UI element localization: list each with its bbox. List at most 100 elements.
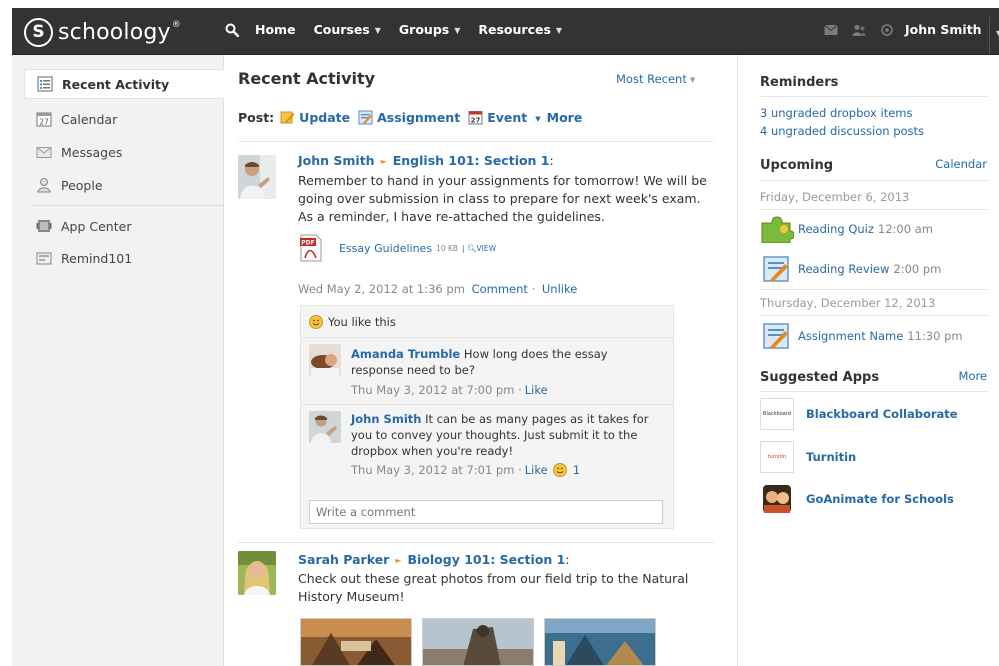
sidebar-item-label: Messages (61, 144, 123, 160)
goanimate-logo (760, 483, 794, 515)
nav-groups[interactable]: Groups ▼ (399, 22, 460, 37)
user-menu-dropdown[interactable]: ▼ (989, 17, 999, 55)
messages-icon[interactable] (824, 24, 838, 36)
comment-link[interactable]: Comment (472, 282, 528, 296)
sidebar-item-remind101[interactable]: Remind101 (12, 243, 212, 273)
reminder-link[interactable]: 3 ungraded dropbox items (760, 106, 912, 120)
magnifier-icon: 🔍︎ (466, 243, 477, 253)
likes-text: You like this (328, 315, 396, 329)
attachment-view-link[interactable]: | 🔍︎VIEW (462, 244, 496, 253)
sort-label: Most Recent (616, 72, 687, 86)
app-item[interactable]: GoAnimate for Schools (760, 483, 954, 515)
envelope-icon (36, 147, 52, 158)
post-more-button[interactable]: ▼ More (535, 110, 582, 125)
photo-thumbnail[interactable] (544, 618, 656, 666)
feed-item-text: Check out these great photos from our fi… (298, 571, 689, 604)
sidebar-item-recent-activity[interactable]: Recent Activity (24, 69, 224, 99)
calendar-link[interactable]: Calendar (935, 157, 987, 171)
avatar[interactable] (238, 155, 276, 199)
sidebar-item-label: Calendar (61, 111, 118, 127)
sidebar-item-label: App Center (61, 218, 132, 234)
smiley-icon (552, 463, 567, 477)
divider (760, 180, 988, 181)
sidebar-item-people[interactable]: People (12, 170, 212, 200)
notifications-icon[interactable] (880, 24, 894, 36)
event-icon-day: 27 (471, 117, 481, 125)
post-assignment-button[interactable]: Assignment (358, 110, 460, 125)
nav-resources-label: Resources (478, 22, 551, 37)
avatar[interactable] (238, 551, 276, 595)
attachment-name[interactable]: Essay Guidelines (339, 242, 432, 255)
turnitin-logo-text: turnitin (767, 454, 787, 460)
app-item[interactable]: turnitin Turnitin (760, 441, 856, 473)
feed-item-meta: Wed May 2, 2012 at 1:36 pm Comment · Unl… (298, 282, 577, 296)
app-name: GoAnimate for Schools (806, 492, 954, 506)
author-link[interactable]: Sarah Parker (298, 552, 389, 567)
app-center-icon (36, 220, 52, 232)
like-link[interactable]: Like (525, 463, 548, 477)
nav-resources[interactable]: Resources ▼ (478, 22, 562, 37)
nav-courses[interactable]: Courses ▼ (314, 22, 381, 37)
feed-item-header: John Smith ► English 101: Section 1: (298, 153, 554, 168)
attachment-size: 10 KB (436, 243, 459, 253)
comment-author-link[interactable]: John Smith (351, 412, 421, 426)
left-sidebar: Recent Activity 27 Calendar Messages Peo… (12, 55, 224, 666)
blackboard-logo: Blackboard (760, 398, 794, 430)
person-icon (37, 178, 51, 193)
event-time: 12:00 am (877, 222, 933, 236)
app-item[interactable]: Blackboard Blackboard Collaborate (760, 398, 958, 430)
comment-author-link[interactable]: Amanda Trumble (351, 347, 460, 361)
post-more-label: More (546, 110, 583, 125)
requests-icon[interactable] (852, 24, 866, 36)
search-icon[interactable] (225, 23, 239, 37)
post-assignment-label: Assignment (377, 110, 461, 125)
nav-home[interactable]: Home (255, 22, 296, 37)
upcoming-event[interactable]: Reading Quiz 12:00 am (760, 215, 933, 243)
nav-home-label: Home (255, 22, 296, 37)
comment-input[interactable] (309, 500, 663, 524)
user-menu-name[interactable]: John Smith (905, 22, 982, 37)
sort-dropdown[interactable]: Most Recent ▼ (616, 72, 695, 86)
main-content: Recent Activity Most Recent ▼ Post: Updat… (224, 55, 736, 666)
more-apps-link[interactable]: More (958, 369, 987, 383)
avatar[interactable] (309, 344, 341, 376)
main-nav: Home Courses ▼ Groups ▼ Resources ▼ (255, 22, 580, 37)
post-update-button[interactable]: Update (280, 110, 350, 125)
photo-thumbnail[interactable] (300, 618, 412, 666)
sidebar-item-messages[interactable]: Messages (12, 137, 212, 167)
reminder-link[interactable]: 4 ungraded discussion posts (760, 124, 924, 138)
event-time: 11:30 pm (907, 329, 963, 343)
arrow-right-icon: ► (395, 556, 402, 565)
suggested-apps-title: Suggested Apps (760, 370, 880, 385)
divider (238, 542, 714, 543)
sidebar-item-app-center[interactable]: App Center (12, 211, 212, 241)
header-colon: : (565, 552, 570, 567)
reminders-title: Reminders (760, 75, 839, 90)
feed-item-header: Sarah Parker ► Biology 101: Section 1: (298, 552, 570, 567)
like-count[interactable]: 1 (573, 463, 580, 477)
sidebar-item-calendar[interactable]: 27 Calendar (12, 104, 212, 134)
comment-text: John Smith It can be as many pages as it… (351, 411, 651, 459)
chevron-down-icon: ▼ (689, 75, 696, 84)
upcoming-event[interactable]: Reading Review 2:00 pm (760, 255, 941, 283)
separator-dot: · (514, 463, 522, 477)
photo-thumbnail[interactable] (422, 618, 534, 666)
schoology-logo[interactable]: S schoology® (24, 17, 181, 47)
event-name: Assignment Name (798, 329, 904, 343)
event-name: Reading Quiz (798, 222, 874, 236)
like-link[interactable]: Like (525, 383, 548, 397)
separator-dot: · (514, 383, 522, 397)
separator-dot: · (531, 282, 536, 296)
post-update-label: Update (299, 110, 351, 125)
unlike-link[interactable]: Unlike (542, 282, 577, 296)
course-link[interactable]: English 101: Section 1 (393, 153, 550, 168)
upcoming-event[interactable]: Assignment Name 11:30 pm (760, 322, 963, 350)
upcoming-title: Upcoming (760, 158, 834, 173)
turnitin-logo: turnitin (760, 441, 794, 473)
calendar-icon-day: 27 (39, 118, 49, 127)
post-event-button[interactable]: 27 Event (468, 110, 527, 125)
recent-activity-icon (37, 76, 53, 92)
course-link[interactable]: Biology 101: Section 1 (408, 552, 566, 567)
avatar[interactable] (309, 411, 341, 443)
author-link[interactable]: John Smith (298, 153, 375, 168)
